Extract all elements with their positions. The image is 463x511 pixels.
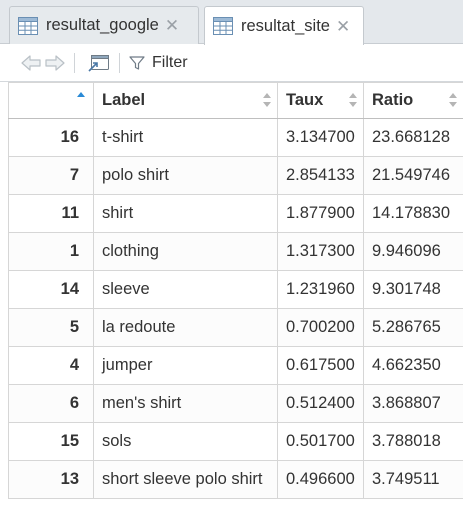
cell-taux[interactable]: 0.512400	[277, 384, 364, 423]
cell-taux[interactable]: 2.854133	[277, 156, 364, 195]
data-table-icon	[213, 17, 233, 35]
table-row: 1 clothing 1.317300 9.946096	[8, 232, 463, 271]
row-index: 5	[8, 308, 94, 347]
cell-label[interactable]: sleeve	[93, 270, 278, 309]
toolbar-divider	[119, 52, 120, 73]
row-index: 15	[8, 422, 94, 461]
row-index: 14	[8, 270, 94, 309]
forward-button[interactable]	[44, 54, 66, 72]
table-row: 16 t-shirt 3.134700 23.668128	[8, 118, 463, 157]
popout-window-icon	[88, 54, 109, 72]
filter-button[interactable]: Filter	[128, 54, 188, 72]
close-icon[interactable]: ✕	[165, 17, 179, 34]
table-row: 14 sleeve 1.231960 9.301748	[8, 270, 463, 309]
cell-label[interactable]: men's shirt	[93, 384, 278, 423]
row-index: 11	[8, 194, 94, 233]
cell-taux[interactable]: 1.231960	[277, 270, 364, 309]
cell-ratio[interactable]: 14.178830	[363, 194, 463, 233]
tab-label: resultat_site	[241, 16, 330, 35]
cell-taux[interactable]: 0.496600	[277, 460, 364, 499]
filter-label: Filter	[152, 53, 188, 71]
cell-ratio[interactable]: 23.668128	[363, 118, 463, 157]
cell-taux[interactable]: 1.877900	[277, 194, 364, 233]
data-grid: Label Taux Ratio 16 t-shirt 3.134700 23.…	[8, 82, 463, 499]
cell-label[interactable]: shirt	[93, 194, 278, 233]
cell-taux[interactable]: 0.700200	[277, 308, 364, 347]
cell-ratio[interactable]: 9.301748	[363, 270, 463, 309]
table-row: 13 short sleeve polo shirt 0.496600 3.74…	[8, 460, 463, 499]
cell-ratio[interactable]: 21.549746	[363, 156, 463, 195]
cell-label[interactable]: polo shirt	[93, 156, 278, 195]
cell-taux[interactable]: 3.134700	[277, 118, 364, 157]
back-arrow-icon	[21, 54, 41, 71]
data-table-icon	[18, 16, 38, 35]
column-header-label[interactable]: Label	[93, 82, 278, 119]
cell-ratio[interactable]: 5.286765	[363, 308, 463, 347]
cell-label[interactable]: jumper	[93, 346, 278, 385]
column-header-taux[interactable]: Taux	[277, 82, 364, 119]
cell-taux[interactable]: 1.317300	[277, 232, 364, 271]
cell-taux[interactable]: 0.501700	[277, 422, 364, 461]
row-index: 16	[8, 118, 94, 157]
back-button[interactable]	[20, 54, 42, 72]
cell-ratio[interactable]: 3.788018	[363, 422, 463, 461]
row-index: 1	[8, 232, 94, 271]
show-in-window-button[interactable]	[87, 53, 111, 73]
forward-arrow-icon	[45, 54, 65, 71]
cell-taux[interactable]: 0.617500	[277, 346, 364, 385]
viewer-toolbar: Filter	[0, 44, 463, 82]
cell-label[interactable]: sols	[93, 422, 278, 461]
cell-ratio[interactable]: 3.868807	[363, 384, 463, 423]
cell-label[interactable]: short sleeve polo shirt	[93, 460, 278, 499]
table-row: 7 polo shirt 2.854133 21.549746	[8, 156, 463, 195]
sort-toggle-icon	[263, 93, 271, 107]
table-row: 4 jumper 0.617500 4.662350	[8, 346, 463, 385]
toolbar-divider	[74, 52, 75, 73]
row-index: 6	[8, 384, 94, 423]
row-index: 13	[8, 460, 94, 499]
cell-ratio[interactable]: 3.749511	[363, 460, 463, 499]
row-index: 4	[8, 346, 94, 385]
header-row: Label Taux Ratio	[8, 82, 463, 119]
sort-toggle-icon	[449, 93, 457, 107]
table-row: 15 sols 0.501700 3.788018	[8, 422, 463, 461]
cell-label[interactable]: t-shirt	[93, 118, 278, 157]
column-header-ratio[interactable]: Ratio	[363, 82, 463, 119]
sort-ascending-icon	[77, 92, 85, 97]
row-index: 7	[8, 156, 94, 195]
tab-resultat-site[interactable]: resultat_site ✕	[204, 6, 364, 45]
cell-ratio[interactable]: 4.662350	[363, 346, 463, 385]
close-icon[interactable]: ✕	[336, 18, 350, 35]
table-row: 11 shirt 1.877900 14.178830	[8, 194, 463, 233]
tab-bar: resultat_google ✕ resultat_site ✕	[0, 0, 463, 45]
table-row: 5 la redoute 0.700200 5.286765	[8, 308, 463, 347]
tab-label: resultat_google	[46, 16, 159, 34]
sort-toggle-icon	[349, 93, 357, 107]
cell-label[interactable]: clothing	[93, 232, 278, 271]
column-header-index[interactable]	[8, 82, 94, 119]
cell-ratio[interactable]: 9.946096	[363, 232, 463, 271]
table-row: 6 men's shirt 0.512400 3.868807	[8, 384, 463, 423]
filter-funnel-icon	[129, 55, 145, 70]
tab-resultat-google[interactable]: resultat_google ✕	[9, 6, 199, 44]
cell-label[interactable]: la redoute	[93, 308, 278, 347]
